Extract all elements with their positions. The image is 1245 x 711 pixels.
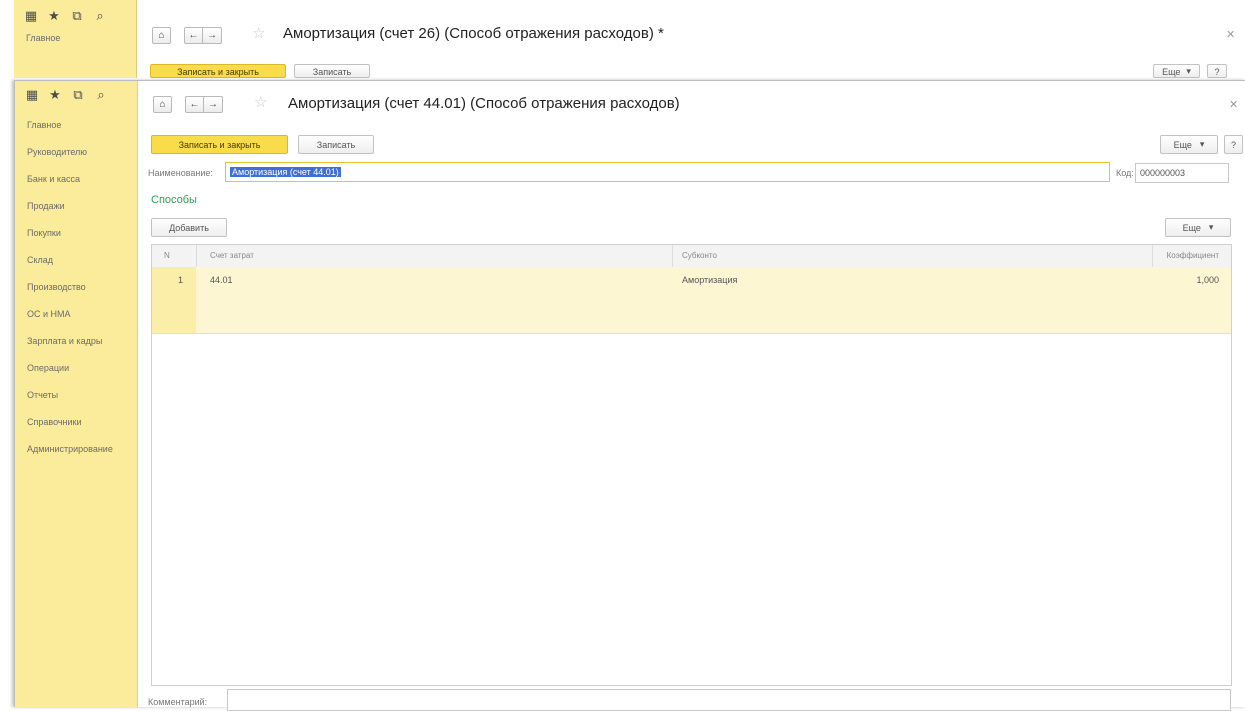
sidebar-item-operations[interactable]: Операции	[27, 363, 69, 373]
back-arrow-icon[interactable]: ←	[184, 27, 203, 44]
star-icon[interactable]: ★	[47, 8, 61, 24]
save-close-button[interactable]: Записать и закрыть	[151, 135, 288, 154]
more-label: Еще	[1173, 139, 1192, 150]
home-icon[interactable]: ⌂	[153, 96, 172, 113]
search-icon[interactable]: ⌕	[94, 87, 108, 103]
more-button[interactable]: Еще ▾	[1153, 64, 1200, 78]
sidebar-item-reports[interactable]: Отчеты	[27, 390, 58, 400]
row-account[interactable]: 44.01	[210, 275, 233, 285]
dropdown-arrow-icon: ▾	[1208, 222, 1214, 232]
history-icon[interactable]: ⧉	[70, 8, 84, 24]
forward-arrow-icon[interactable]: →	[203, 27, 222, 44]
sidebar-item-catalogs[interactable]: Справочники	[27, 417, 82, 427]
save-close-button[interactable]: Записать и закрыть	[150, 64, 286, 78]
column-divider	[1152, 245, 1153, 267]
row-number-cell	[152, 267, 196, 333]
favorite-star-icon[interactable]: ☆	[252, 24, 265, 42]
row-number: 1	[178, 275, 184, 285]
more-button[interactable]: Еще ▾	[1160, 135, 1218, 154]
sidebar-item-production[interactable]: Производство	[27, 282, 86, 292]
column-divider	[672, 245, 673, 267]
column-header-coef[interactable]: Коэффициент	[1167, 251, 1219, 260]
sidebar: ▦ ★ ⧉ ⌕ Главное Руководителю Банк и касс…	[15, 81, 138, 707]
sidebar-toolbar: ▦ ★ ⧉ ⌕	[24, 8, 107, 24]
column-header-subconto[interactable]: Субконто	[682, 251, 717, 260]
more-label: Еще	[1162, 67, 1181, 77]
column-divider	[196, 245, 197, 267]
name-value: Амортизация (счет 44.01)	[230, 167, 341, 177]
home-icon[interactable]: ⌂	[152, 27, 171, 44]
help-button[interactable]: ?	[1207, 64, 1227, 78]
search-icon[interactable]: ⌕	[93, 8, 107, 24]
column-header-account[interactable]: Счет затрат	[210, 251, 254, 260]
back-arrow-icon[interactable]: ←	[185, 96, 204, 113]
add-button[interactable]: Добавить	[151, 218, 227, 237]
name-input[interactable]: Амортизация (счет 44.01)	[225, 162, 1110, 182]
grid-icon[interactable]: ▦	[24, 8, 38, 24]
code-input[interactable]: 000000003	[1135, 163, 1229, 183]
row-coef[interactable]: 1,000	[1196, 275, 1219, 285]
sidebar-item-manager[interactable]: Руководителю	[27, 147, 87, 157]
sidebar-toolbar: ▦ ★ ⧉ ⌕	[25, 87, 108, 103]
sidebar-item-sales[interactable]: Продажи	[27, 201, 65, 211]
background-sidebar: ▦ ★ ⧉ ⌕ Главное	[14, 0, 137, 78]
sidebar-item-warehouse[interactable]: Склад	[27, 255, 53, 265]
sidebar-item-purchases[interactable]: Покупки	[27, 228, 61, 238]
close-icon[interactable]: ✕	[1229, 98, 1238, 111]
table-header: N Счет затрат Субконто Коэффициент	[152, 245, 1231, 268]
comment-input[interactable]	[227, 689, 1231, 711]
row-subconto[interactable]: Амортизация	[682, 275, 737, 285]
sidebar-item-bank[interactable]: Банк и касса	[27, 174, 80, 184]
help-button[interactable]: ?	[1224, 135, 1243, 154]
close-icon[interactable]: ✕	[1226, 28, 1235, 41]
sidebar-item-salary[interactable]: Зарплата и кадры	[27, 336, 102, 346]
background-window: ▦ ★ ⧉ ⌕ Главное ⌂ ← → ☆ Амортизация (сче…	[0, 0, 1245, 82]
sidebar-item-admin[interactable]: Администрирование	[27, 444, 113, 454]
history-icon[interactable]: ⧉	[71, 87, 85, 103]
forward-arrow-icon[interactable]: →	[204, 96, 223, 113]
favorite-star-icon[interactable]: ☆	[254, 93, 267, 111]
grid-icon[interactable]: ▦	[25, 87, 39, 103]
name-label: Наименование:	[148, 168, 213, 178]
window-title: Амортизация (счет 44.01) (Способ отражен…	[288, 95, 680, 112]
code-label: Код:	[1116, 168, 1134, 178]
star-icon[interactable]: ★	[48, 87, 62, 103]
dropdown-arrow-icon: ▾	[1199, 139, 1205, 149]
methods-table[interactable]: N Счет затрат Субконто Коэффициент 1 44.…	[151, 244, 1232, 686]
table-more-button[interactable]: Еще ▾	[1165, 218, 1231, 237]
code-value: 000000003	[1140, 168, 1186, 178]
sidebar-item-main[interactable]: Главное	[27, 120, 61, 130]
save-button[interactable]: Записать	[298, 135, 374, 154]
save-button[interactable]: Записать	[294, 64, 370, 78]
dropdown-arrow-icon: ▾	[1186, 66, 1191, 76]
foreground-window: ▦ ★ ⧉ ⌕ Главное Руководителю Банк и касс…	[14, 80, 1245, 711]
section-title: Способы	[151, 194, 197, 206]
window-title: Амортизация (счет 26) (Способ отражения …	[283, 25, 664, 42]
sidebar-item-assets[interactable]: ОС и НМА	[27, 309, 71, 319]
table-more-label: Еще	[1182, 222, 1201, 233]
sidebar-item-main[interactable]: Главное	[26, 33, 60, 43]
column-header-n[interactable]: N	[164, 251, 170, 260]
table-row[interactable]: 1 44.01 Амортизация 1,000	[152, 267, 1231, 334]
